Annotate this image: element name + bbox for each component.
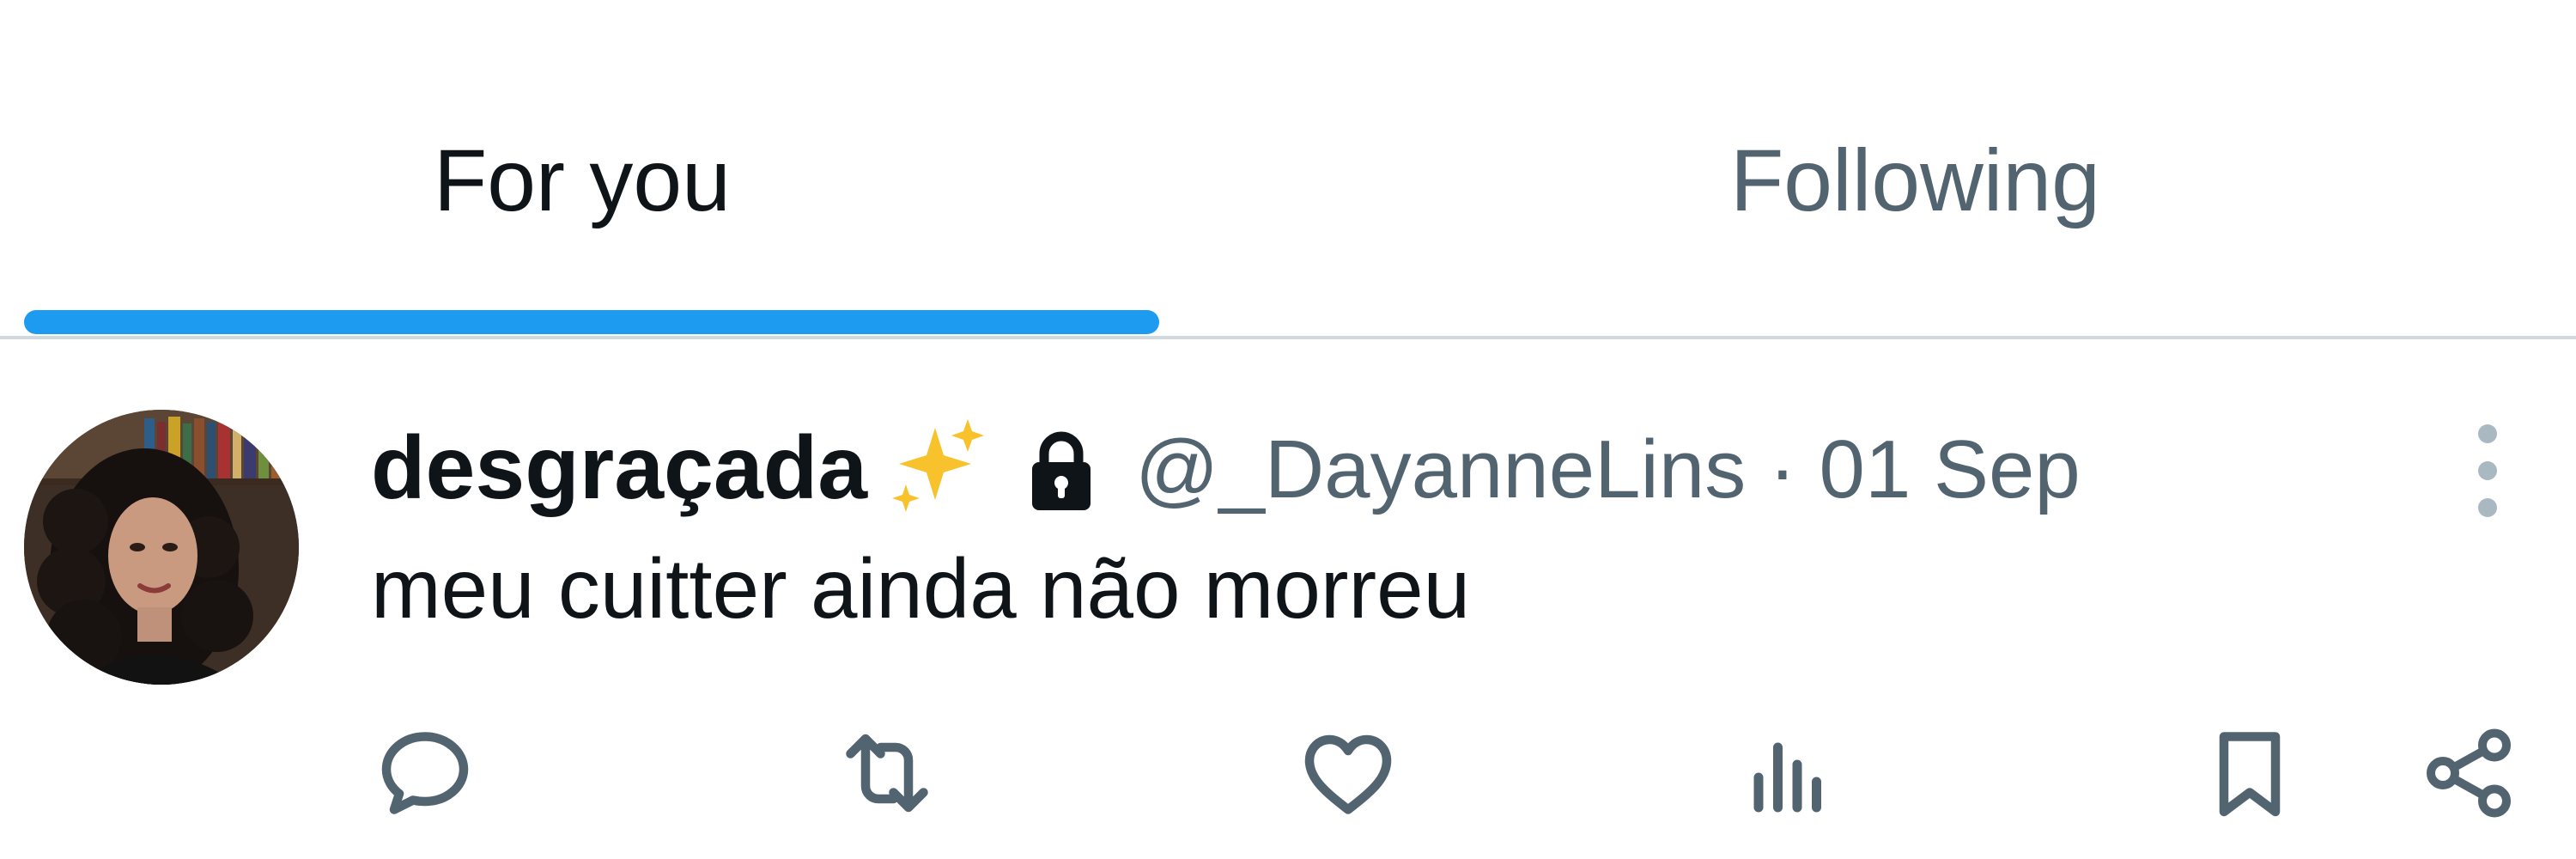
tab-following[interactable]: Following [1288,0,2576,336]
reply-icon [381,732,469,814]
lock-icon [1032,431,1091,510]
tweet[interactable]: desgraçada @_DayanneLins · 01 Sep meu cu… [0,339,2576,859]
like-icon [1304,734,1392,814]
tab-for-you[interactable]: For you [0,0,1288,336]
active-tab-indicator [24,310,1159,334]
retweet-icon [846,734,928,813]
sparkles-icon [892,419,984,512]
share-icon [2427,728,2511,818]
timeline-tabs: For you Following [0,0,2576,339]
separator: · [1768,423,1796,515]
handle: @_DayanneLins [1135,423,1747,515]
reply-button[interactable] [361,709,489,838]
handle-and-date[interactable]: @_DayanneLins · 01 Sep [1135,414,2081,526]
views-icon [1753,742,1821,813]
display-name[interactable]: desgraçada [371,412,867,524]
more-vertical-icon[interactable] [2466,415,2509,527]
bookmark-icon [2219,732,2281,817]
tab-for-you-label: For you [434,131,731,229]
retweet-button[interactable] [823,709,951,838]
tweet-text: meu cuitter ainda não morreu [371,541,1471,636]
avatar[interactable] [24,410,299,685]
timeline-page: For you Following desgraçada @_DayanneLi… [0,0,2576,859]
like-button[interactable] [1284,709,1413,838]
bookmark-button[interactable] [2185,709,2314,838]
tweet-actions [0,709,2576,838]
share-button[interactable] [2404,709,2533,838]
views-button[interactable] [1724,709,1853,838]
avatar-image [24,410,299,685]
tweet-date: 01 Sep [1819,423,2081,515]
tab-following-label: Following [1730,131,2100,229]
